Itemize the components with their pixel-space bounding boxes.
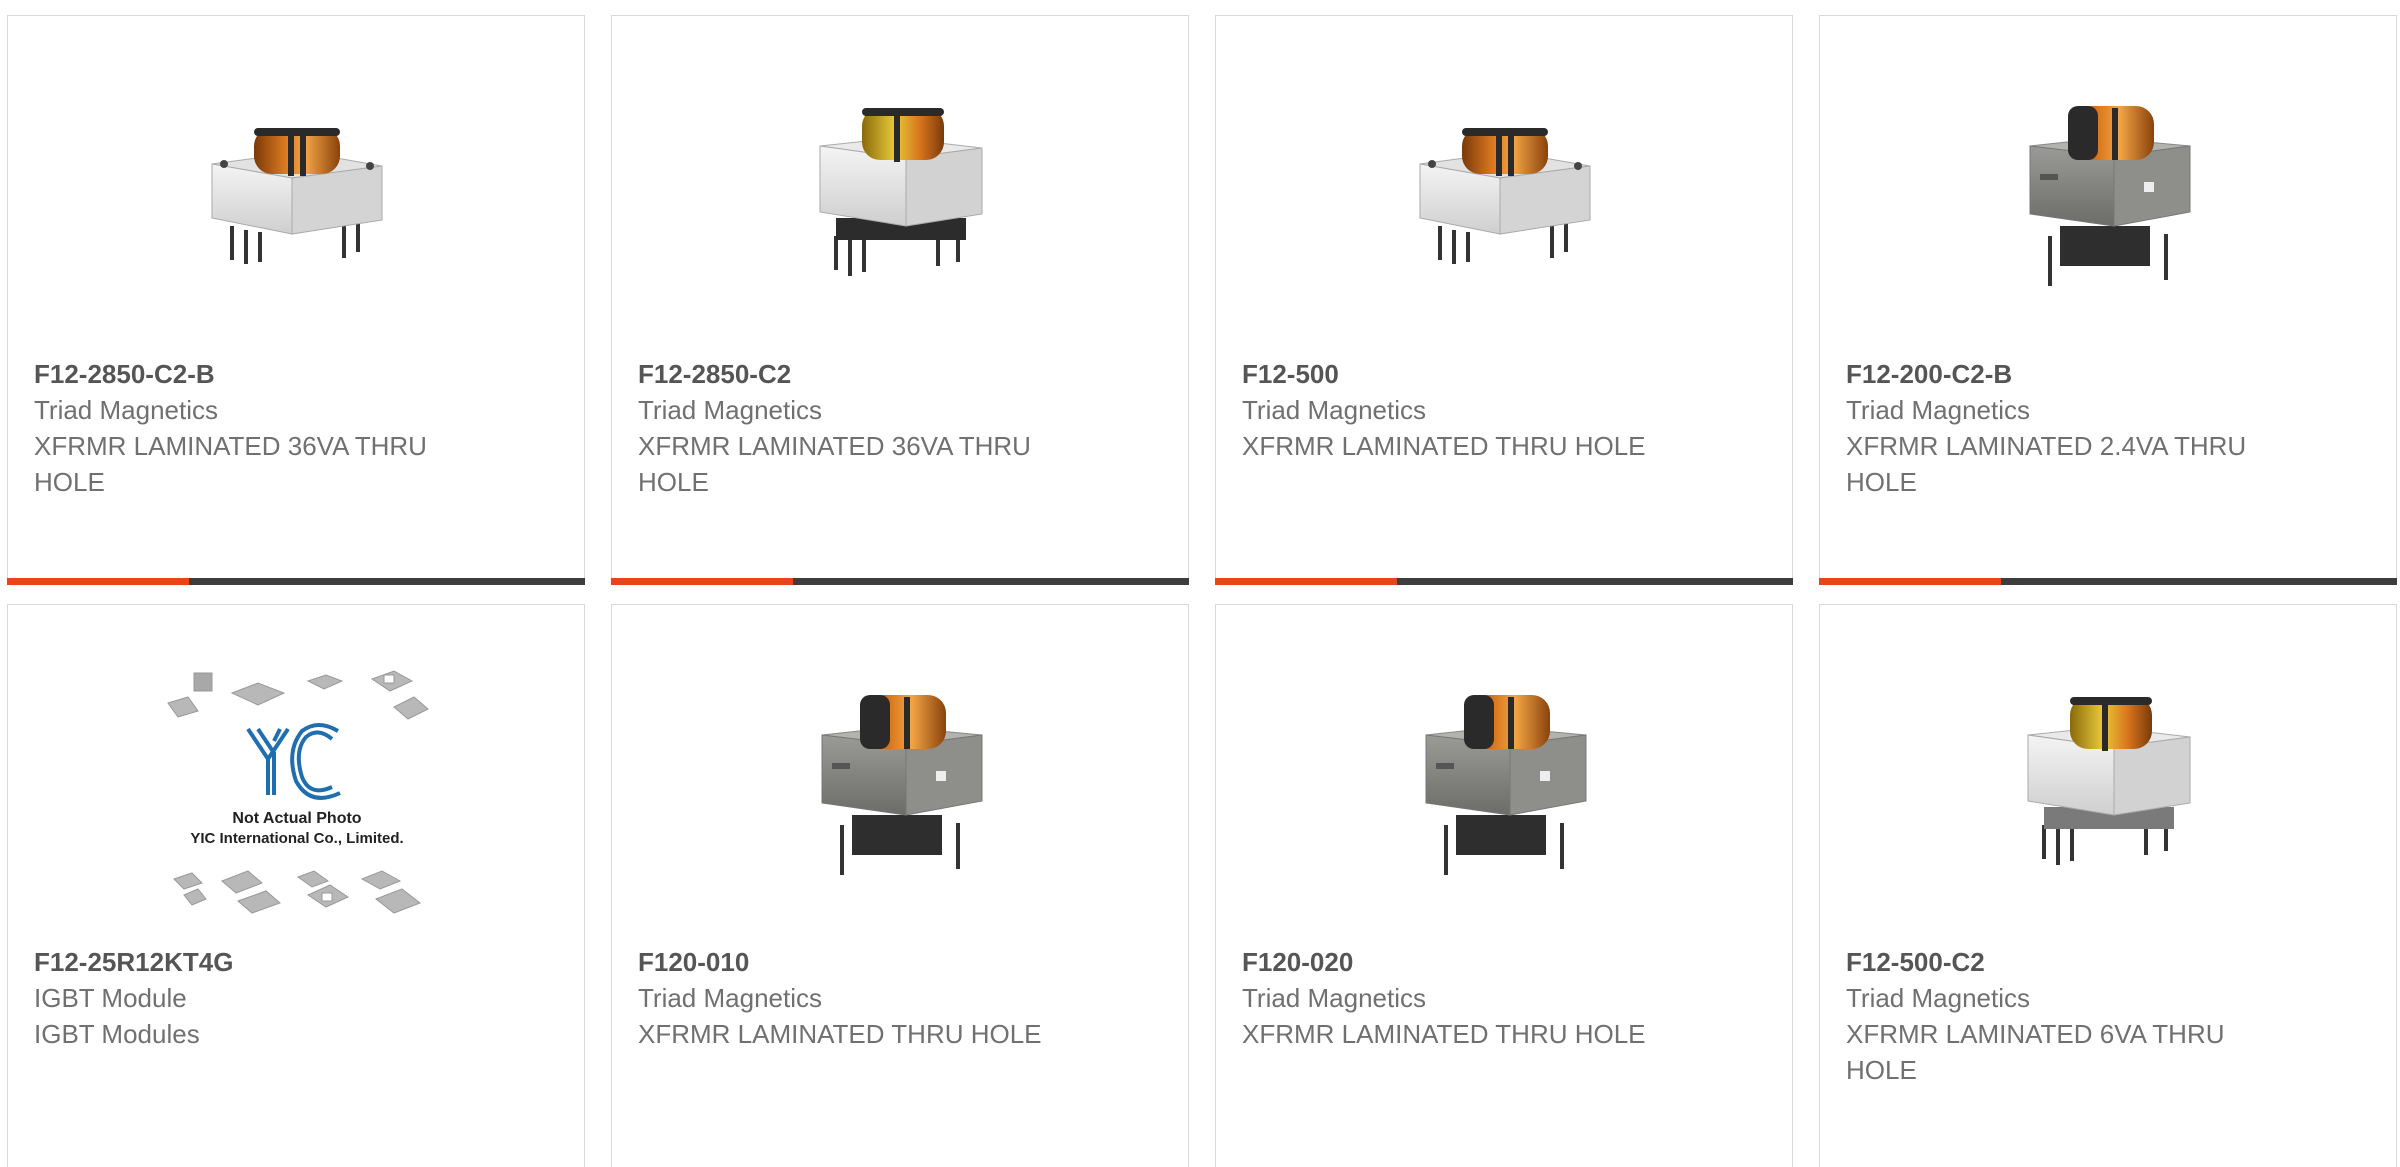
description: IGBT Modules: [34, 1019, 200, 1049]
product-card[interactable]: F12-2850-C2-B Triad Magnetics XFRMR LAMI…: [7, 15, 585, 585]
part-number[interactable]: F12-2850-C2-B: [34, 356, 564, 392]
product-info: F12-500 Triad Magnetics XFRMR LAMINATED …: [1242, 356, 1772, 464]
manufacturer: Triad Magnetics: [1846, 983, 2030, 1013]
product-card[interactable]: Not Actual Photo YIC International Co., …: [7, 604, 585, 1167]
product-info: F12-2850-C2-B Triad Magnetics XFRMR LAMI…: [34, 356, 564, 500]
product-card[interactable]: F120-010 Triad Magnetics XFRMR LAMINATED…: [611, 604, 1189, 1167]
product-info: F12-25R12KT4G IGBT Module IGBT Modules: [34, 944, 564, 1052]
placeholder-line2: YIC International Co., Limited.: [190, 830, 403, 847]
product-card[interactable]: F12-2850-C2 Triad Magnetics XFRMR LAMINA…: [611, 15, 1189, 585]
manufacturer: Triad Magnetics: [1242, 395, 1426, 425]
product-info: F12-200-C2-B Triad Magnetics XFRMR LAMIN…: [1846, 356, 2376, 500]
product-info: F12-2850-C2 Triad Magnetics XFRMR LAMINA…: [638, 356, 1168, 500]
card-bar: [1215, 578, 1793, 585]
card-accent: [1215, 578, 1397, 585]
card-bar: [611, 578, 1189, 585]
transformer-white-icon[interactable]: [1400, 86, 1610, 296]
product-card[interactable]: F12-500 Triad Magnetics XFRMR LAMINATED …: [1215, 15, 1793, 585]
transformer-white-yellow-icon[interactable]: [796, 86, 1006, 296]
part-number[interactable]: F12-500-C2: [1846, 944, 2376, 980]
manufacturer: Triad Magnetics: [638, 983, 822, 1013]
part-number[interactable]: F12-500: [1242, 356, 1772, 392]
transformer-white-yellow-icon[interactable]: [2004, 675, 2214, 885]
product-grid: F12-2850-C2-B Triad Magnetics XFRMR LAMI…: [0, 0, 2400, 1167]
transformer-grey-icon[interactable]: [2004, 86, 2214, 296]
part-number[interactable]: F12-25R12KT4G: [34, 944, 564, 980]
product-info: F120-010 Triad Magnetics XFRMR LAMINATED…: [638, 944, 1168, 1052]
part-number[interactable]: F12-200-C2-B: [1846, 356, 2376, 392]
placeholder-logo-icon[interactable]: Not Actual Photo YIC International Co., …: [162, 667, 432, 917]
product-card[interactable]: F120-020 Triad Magnetics XFRMR LAMINATED…: [1215, 604, 1793, 1167]
product-info: F120-020 Triad Magnetics XFRMR LAMINATED…: [1242, 944, 1772, 1052]
description: XFRMR LAMINATED 6VA THRU HOLE: [1846, 1019, 2225, 1085]
description: XFRMR LAMINATED 2.4VA THRU HOLE: [1846, 431, 2247, 497]
manufacturer: IGBT Module: [34, 983, 187, 1013]
placeholder-line1: Not Actual Photo: [232, 810, 361, 827]
description: XFRMR LAMINATED THRU HOLE: [638, 1019, 1042, 1049]
product-card[interactable]: F12-200-C2-B Triad Magnetics XFRMR LAMIN…: [1819, 15, 2397, 585]
product-card[interactable]: F12-500-C2 Triad Magnetics XFRMR LAMINAT…: [1819, 604, 2397, 1167]
card-accent: [7, 578, 189, 585]
card-accent: [1819, 578, 2001, 585]
part-number[interactable]: F120-010: [638, 944, 1168, 980]
description: XFRMR LAMINATED THRU HOLE: [1242, 1019, 1646, 1049]
manufacturer: Triad Magnetics: [1846, 395, 2030, 425]
product-info: F12-500-C2 Triad Magnetics XFRMR LAMINAT…: [1846, 944, 2376, 1088]
manufacturer: Triad Magnetics: [34, 395, 218, 425]
card-accent: [611, 578, 793, 585]
transformer-grey-icon[interactable]: [1400, 675, 1610, 885]
part-number[interactable]: F12-2850-C2: [638, 356, 1168, 392]
description: XFRMR LAMINATED THRU HOLE: [1242, 431, 1646, 461]
card-bar: [1819, 578, 2397, 585]
description: XFRMR LAMINATED 36VA THRU HOLE: [34, 431, 427, 497]
manufacturer: Triad Magnetics: [638, 395, 822, 425]
manufacturer: Triad Magnetics: [1242, 983, 1426, 1013]
card-bar: [7, 578, 585, 585]
transformer-white-icon[interactable]: [192, 86, 402, 296]
part-number[interactable]: F120-020: [1242, 944, 1772, 980]
transformer-grey-icon[interactable]: [796, 675, 1006, 885]
description: XFRMR LAMINATED 36VA THRU HOLE: [638, 431, 1031, 497]
